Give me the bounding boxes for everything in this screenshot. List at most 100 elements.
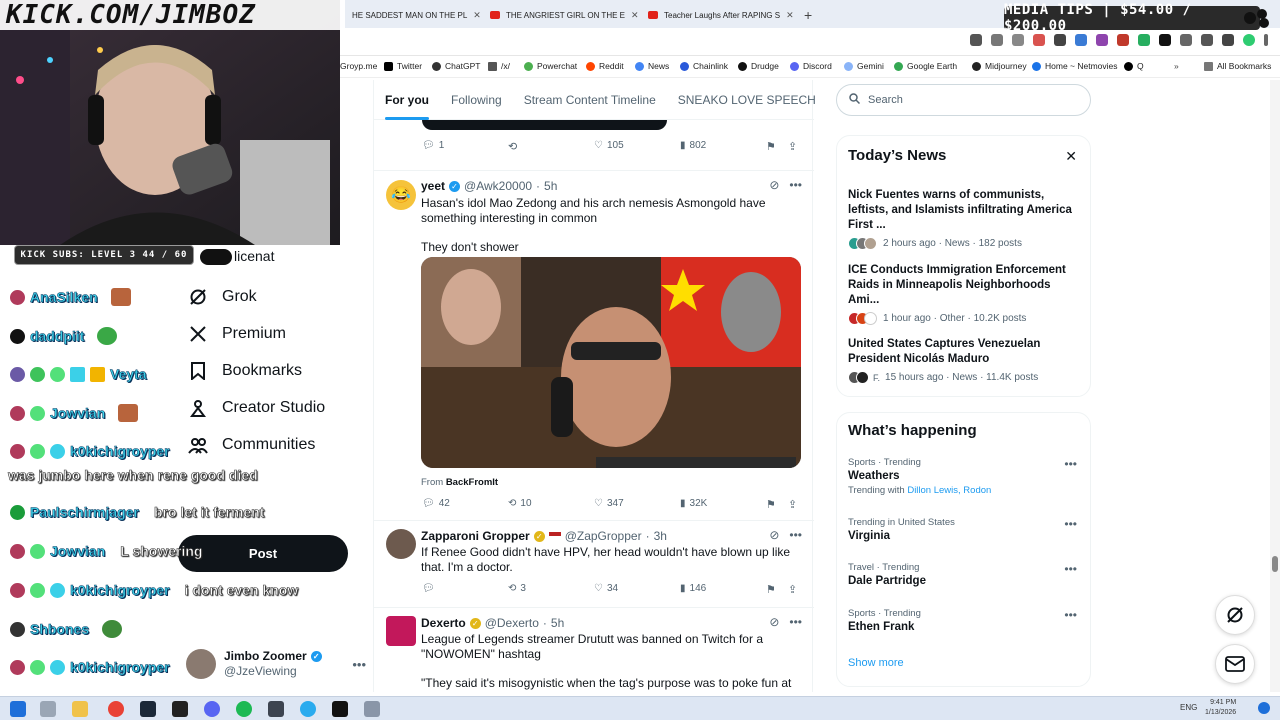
trend-related[interactable]: Dillon Lewis, Rodon [907, 485, 991, 496]
like-button[interactable]: ♡ 347 [594, 498, 624, 509]
more-icon[interactable]: ••• [1064, 457, 1077, 471]
bookmark[interactable]: Home ~ Netmovies [1032, 61, 1118, 71]
tweet[interactable]: Zapparoni Gropper ✓ @ZapGropper · 3h ⊘ ••… [374, 521, 814, 608]
media-thumbnail[interactable] [422, 120, 667, 130]
search-input[interactable]: Search [836, 84, 1091, 116]
avatar[interactable]: 😂 [386, 180, 416, 210]
tweet-video[interactable] [421, 257, 801, 468]
source-attribution[interactable]: From BackFromIt [421, 477, 498, 488]
zoom-icon[interactable] [991, 34, 1003, 46]
clock[interactable]: 9:41 PM 1/13/2026 [1205, 698, 1236, 718]
tab-sneako[interactable]: SNEAKO LOVE SPEECH [667, 80, 827, 120]
nav-item-communities[interactable]: Communities [188, 426, 358, 463]
bookmark[interactable]: Chainlink [680, 61, 728, 71]
views-button[interactable]: ▮ 146 [680, 583, 706, 594]
author-name[interactable]: Dexerto [421, 616, 466, 630]
tweet[interactable]: 😂 yeet ✓ @Awk20000 · 5h ⊘ ••• Hasan's ido… [374, 171, 814, 521]
more-icon[interactable]: ••• [1064, 562, 1077, 576]
author-handle[interactable]: @ZapGropper [565, 529, 642, 543]
tab-for-you[interactable]: For you [374, 80, 440, 120]
start-icon[interactable] [10, 701, 26, 717]
more-icon[interactable]: ••• [789, 615, 802, 629]
nav-item-premium[interactable]: Premium [188, 315, 358, 352]
grok-float-button[interactable] [1215, 595, 1255, 635]
tab-close-icon[interactable]: ✕ [473, 10, 480, 21]
bookmark[interactable]: Google Earth [894, 61, 957, 71]
reply-button[interactable]: 💬︎ 1 [422, 140, 444, 151]
bookmark[interactable]: Midjourney [972, 61, 1027, 71]
extension-icon[interactable] [1096, 34, 1108, 46]
repost-button[interactable]: ⟲ 10 [508, 498, 532, 509]
timestamp[interactable]: 3h [654, 529, 667, 543]
new-tab-button[interactable]: + [804, 4, 820, 26]
nav-item-grok[interactable]: Grok [188, 278, 358, 315]
timestamp[interactable]: 5h [544, 179, 557, 193]
terminal-icon[interactable] [172, 701, 188, 717]
telegram-icon[interactable] [300, 701, 316, 717]
browser-tab[interactable]: THE ANGRIEST GIRL ON THE E ✕ [490, 4, 638, 26]
puzzle-icon[interactable] [1180, 34, 1192, 46]
grok-icon[interactable]: ⊘ [769, 615, 779, 629]
trend-item[interactable]: Sports · Trending Ethen Frank ••• [848, 608, 1083, 633]
extension-icon[interactable] [1075, 34, 1087, 46]
post-button[interactable]: Post [178, 535, 348, 572]
more-icon[interactable]: ••• [789, 178, 802, 192]
avatar[interactable] [386, 529, 416, 559]
bookmark[interactable]: /x/ [488, 61, 510, 71]
bookmarks-overflow-icon[interactable]: » [1174, 61, 1179, 71]
like-button[interactable]: ♡ 105 [594, 140, 624, 151]
share-button[interactable]: ⇪ [788, 583, 797, 596]
bookmark[interactable]: Gemini [844, 61, 884, 71]
trend-item[interactable]: Trending in United States Virginia ••• [848, 517, 1083, 542]
star-icon[interactable] [1012, 34, 1024, 46]
tab-close-icon[interactable]: ✕ [786, 10, 794, 21]
bookmark-button[interactable]: ⚑ [766, 498, 776, 511]
reply-button[interactable]: 💬︎ [422, 583, 435, 594]
bookmark[interactable]: Drudge [738, 61, 779, 71]
more-icon[interactable]: ••• [1064, 608, 1077, 622]
account-switcher[interactable]: Jimbo Zoomer ✓ @JzeViewing ••• [186, 645, 366, 683]
chrome-icon[interactable] [108, 701, 124, 717]
timestamp[interactable]: 5h [551, 616, 564, 630]
browser-tab[interactable]: HE SADDEST MAN ON THE PL ✕ [352, 4, 480, 26]
tab-stream-content[interactable]: Stream Content Timeline [513, 80, 667, 120]
news-item[interactable]: Nick Fuentes warns of communists, leftis… [848, 188, 1083, 250]
more-icon[interactable]: ••• [789, 528, 802, 542]
grok-icon[interactable]: ⊘ [769, 178, 779, 192]
language-indicator[interactable]: ENG [1180, 703, 1197, 712]
steam-icon[interactable] [140, 701, 156, 717]
news-item[interactable]: ICE Conducts Immigration Enforcement Rai… [848, 263, 1083, 325]
all-bookmarks[interactable]: All Bookmarks [1204, 61, 1271, 71]
task-view-icon[interactable] [40, 701, 56, 717]
news-item[interactable]: United States Captures Venezuelan Presid… [848, 337, 1083, 384]
author-name[interactable]: Zapparoni Gropper [421, 529, 530, 543]
menu-list-icon[interactable] [1222, 34, 1234, 46]
x-extension-icon[interactable] [1159, 34, 1171, 46]
more-icon[interactable]: ••• [1064, 517, 1077, 531]
trend-item[interactable]: Travel · Trending Dale Partridge ••• [848, 562, 1083, 587]
bookmark[interactable]: Powerchat [524, 61, 577, 71]
extension-icon[interactable] [1117, 34, 1129, 46]
profile-icon[interactable] [1243, 34, 1255, 46]
share-button[interactable]: ⇪ [788, 498, 797, 511]
tweet-partial[interactable]: 💬︎ 1 ⟲ ♡ 105 ▮ 802 ⚑ ⇪ [374, 120, 814, 171]
spotify-icon[interactable] [236, 701, 252, 717]
messages-float-button[interactable] [1215, 644, 1255, 684]
app-icon[interactable] [364, 701, 380, 717]
bookmark[interactable]: ChatGPT [432, 61, 480, 71]
install-icon[interactable] [970, 34, 982, 46]
scrollbar-thumb[interactable] [1272, 556, 1278, 572]
views-button[interactable]: ▮ 32K [680, 498, 707, 509]
show-more-link[interactable]: Show more [848, 657, 904, 669]
author-handle[interactable]: @Dexerto [485, 616, 539, 630]
reply-button[interactable]: 💬︎ 42 [422, 498, 450, 509]
bookmark-button[interactable]: ⚑ [766, 583, 776, 596]
notification-icon[interactable] [1258, 702, 1270, 714]
bookmark-button[interactable]: ⚑ [766, 140, 776, 153]
discord-icon[interactable] [204, 701, 220, 717]
tweet[interactable]: Dexerto ✓ @Dexerto · 5h ⊘ ••• League of L… [374, 608, 814, 692]
repost-button[interactable]: ⟲ [508, 140, 517, 153]
bookmark[interactable]: Reddit [586, 61, 624, 71]
bookmark[interactable]: Q [1124, 61, 1144, 71]
nav-partial-item[interactable]: licenat [200, 248, 274, 266]
